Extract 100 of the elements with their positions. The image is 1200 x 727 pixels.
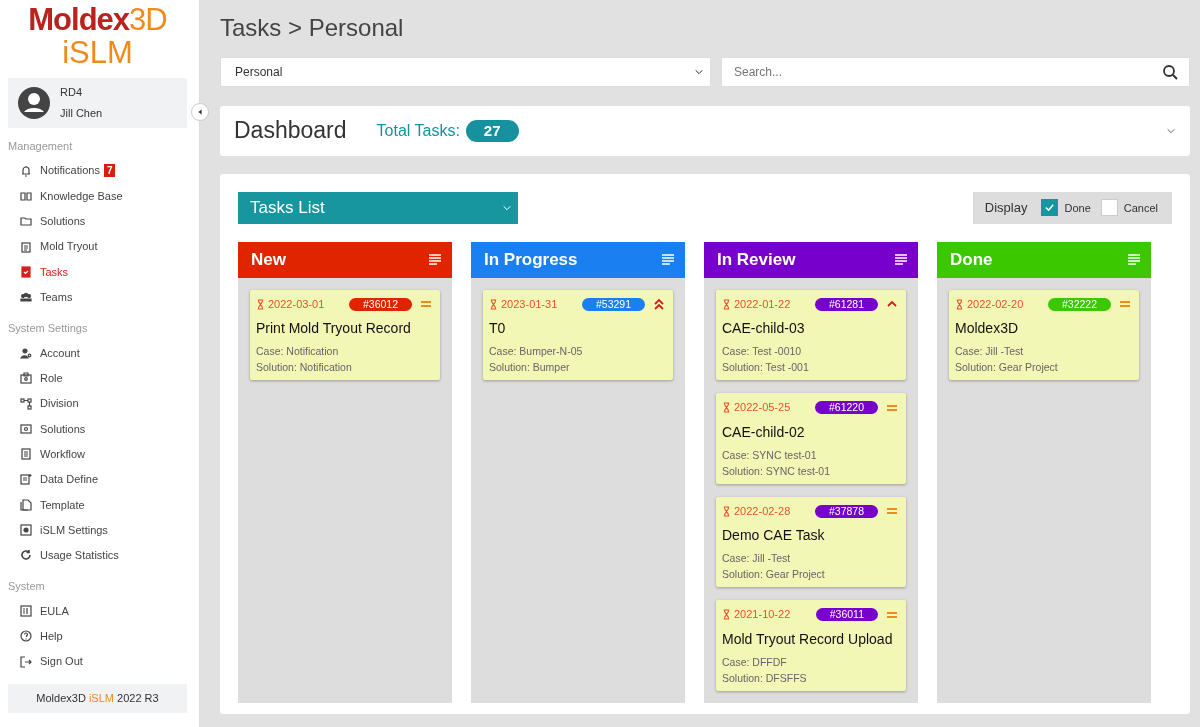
task-id: #36011 bbox=[815, 608, 878, 622]
column-title: New bbox=[251, 249, 286, 272]
task-title: Print Mold Tryout Record bbox=[256, 319, 412, 339]
logo-brand: Moldex bbox=[28, 2, 130, 37]
sidebar-item[interactable]: Division bbox=[8, 390, 79, 417]
sidebar-item[interactable]: Data Define bbox=[8, 466, 99, 493]
display-label: Display bbox=[984, 199, 1028, 218]
task-solution: Solution: Gear Project bbox=[722, 567, 826, 583]
due-date: 2022-05-25 bbox=[722, 399, 791, 416]
hierarchy-icon bbox=[20, 397, 32, 410]
task-card[interactable]: 2022-05-25 #61220 CAE-child-02 Case: SYNC test-01 Solution: SYNC test-01 bbox=[716, 393, 906, 484]
task-card[interactable]: 2021-10-22 #36011 Mold Tryout Record Upload Case: DFFDF Solution: DFSFFS bbox=[716, 600, 906, 691]
task-id: #37878 bbox=[814, 504, 878, 518]
collapse-button[interactable] bbox=[191, 103, 209, 121]
search-field[interactable]: Search... bbox=[721, 56, 1190, 87]
task-id: #61220 bbox=[814, 401, 878, 415]
task-case: Case: DFFDF bbox=[722, 654, 788, 670]
task-title: CAE-child-02 bbox=[722, 422, 806, 442]
gear-icon bbox=[20, 524, 32, 537]
menu-icon bbox=[1127, 253, 1141, 267]
task-card[interactable]: 2023-01-31 #53291 T0 Case: Bumper-N-05 Solution: Bumper bbox=[483, 289, 673, 381]
due-date: 2021-10-22 bbox=[722, 606, 791, 623]
sidebar-item[interactable]: Teams bbox=[8, 284, 73, 310]
task-card[interactable]: 2022-02-20 #32222 Moldex3D Case: Jill -Test Solution: Gear Project bbox=[949, 289, 1139, 381]
hourglass-icon bbox=[256, 298, 265, 310]
logo-accent: 3D bbox=[129, 2, 167, 37]
copy-icon bbox=[20, 498, 32, 511]
sidebar-item[interactable]: Solutions bbox=[8, 416, 86, 442]
task-case: Case: Jill -Test bbox=[955, 344, 1025, 360]
sidebar-item[interactable]: Notifications bbox=[8, 158, 100, 184]
checkbox[interactable] bbox=[1041, 199, 1059, 217]
hourglass-icon bbox=[722, 402, 731, 414]
book-icon bbox=[20, 190, 32, 202]
sidebar-item[interactable]: Account bbox=[8, 340, 80, 366]
task-case: Case: Bumper-N-05 bbox=[489, 344, 584, 360]
checkbox-label: Done bbox=[1064, 200, 1091, 216]
task-solution: Solution: Notification bbox=[256, 360, 353, 376]
task-card[interactable]: 2022-01-22 #61281 CAE-child-03 Case: Test -0010 Solution: Test -001 bbox=[716, 289, 906, 381]
sidebar-item[interactable]: Workflow bbox=[8, 441, 86, 467]
task-solution: Solution: Gear Project bbox=[955, 360, 1059, 376]
task-solution: Solution: SYNC test-01 bbox=[722, 463, 831, 479]
version-label: Moldex3D iSLM 2022 R3 bbox=[8, 684, 187, 713]
clipboard-icon bbox=[20, 240, 32, 253]
logo-product: iSLM bbox=[61, 36, 134, 68]
document-icon bbox=[20, 605, 32, 618]
sign-out-icon bbox=[20, 655, 32, 668]
task-card[interactable]: 2022-02-28 #37878 Demo CAE Task Case: Jill -Test Solution: Gear Project bbox=[716, 496, 906, 588]
section-title: System Settings bbox=[8, 320, 89, 336]
search-icon bbox=[1162, 63, 1178, 80]
due-date: 2022-02-28 bbox=[722, 502, 791, 520]
menu-icon bbox=[428, 253, 442, 267]
menu-icon bbox=[661, 253, 675, 267]
task-title: Mold Tryout Record Upload bbox=[722, 629, 894, 649]
sidebar-item[interactable]: Solutions bbox=[8, 208, 86, 234]
sidebar-item[interactable]: EULA bbox=[8, 598, 69, 624]
sidebar-item[interactable]: Knowledge Base bbox=[8, 183, 123, 209]
due-date: 2023-01-31 bbox=[489, 295, 558, 313]
clipboard-icon bbox=[20, 265, 32, 278]
check-icon bbox=[1044, 202, 1056, 214]
clipboard-icon bbox=[20, 448, 32, 461]
hourglass-icon bbox=[489, 298, 498, 310]
task-id: #32222 bbox=[1047, 297, 1111, 311]
scope-select[interactable]: Personal bbox=[220, 56, 711, 87]
sidebar-item[interactable]: Usage Statistics bbox=[8, 542, 119, 568]
task-solution: Solution: DFSFFS bbox=[722, 670, 808, 686]
task-title: CAE-child-03 bbox=[722, 319, 806, 339]
task-title: Demo CAE Task bbox=[722, 526, 826, 546]
user-group: RD4 bbox=[60, 81, 103, 103]
sidebar-item[interactable]: Help bbox=[8, 623, 63, 650]
sidebar-item[interactable]: Tasks bbox=[8, 259, 69, 285]
avatar-icon bbox=[18, 86, 50, 119]
sidebar-item[interactable]: iSLM Settings bbox=[8, 517, 108, 543]
count-badge: 7 bbox=[103, 164, 116, 178]
sidebar-item[interactable]: Mold Tryout bbox=[8, 233, 98, 260]
page-title: Tasks > Personal bbox=[220, 14, 405, 43]
task-title: T0 bbox=[489, 319, 507, 339]
total-count: 27 bbox=[465, 119, 519, 143]
user-gear-icon bbox=[20, 346, 32, 359]
task-case: Case: Notification bbox=[256, 344, 340, 360]
checkbox[interactable] bbox=[1100, 199, 1118, 217]
dashboard-title: Dashboard bbox=[234, 117, 347, 145]
column-title: In Review bbox=[717, 249, 796, 272]
user-name: Jill Chen bbox=[60, 105, 103, 121]
sidebar-item[interactable]: Sign Out bbox=[8, 649, 83, 675]
document-icon bbox=[20, 473, 32, 486]
due-date: 2022-03-01 bbox=[256, 295, 325, 313]
menu-icon bbox=[894, 253, 908, 267]
task-card[interactable]: 2022-03-01 #36012 Print Mold Tryout Record Case: Notification Solution: Notification bbox=[250, 289, 440, 381]
hourglass-icon bbox=[722, 609, 731, 621]
due-date: 2022-02-20 bbox=[955, 295, 1024, 313]
task-solution: Solution: Bumper bbox=[489, 360, 571, 376]
sidebar-item[interactable]: Role bbox=[8, 365, 63, 391]
hourglass-icon bbox=[722, 298, 731, 310]
due-date: 2022-01-22 bbox=[722, 295, 791, 313]
view-select[interactable]: Tasks List bbox=[238, 191, 518, 224]
task-case: Case: Jill -Test bbox=[722, 551, 792, 567]
total-label: Total Tasks: bbox=[376, 120, 460, 141]
task-solution: Solution: Test -001 bbox=[722, 360, 810, 376]
sidebar-item[interactable]: Template bbox=[8, 492, 85, 518]
task-id: #36012 bbox=[348, 297, 412, 311]
